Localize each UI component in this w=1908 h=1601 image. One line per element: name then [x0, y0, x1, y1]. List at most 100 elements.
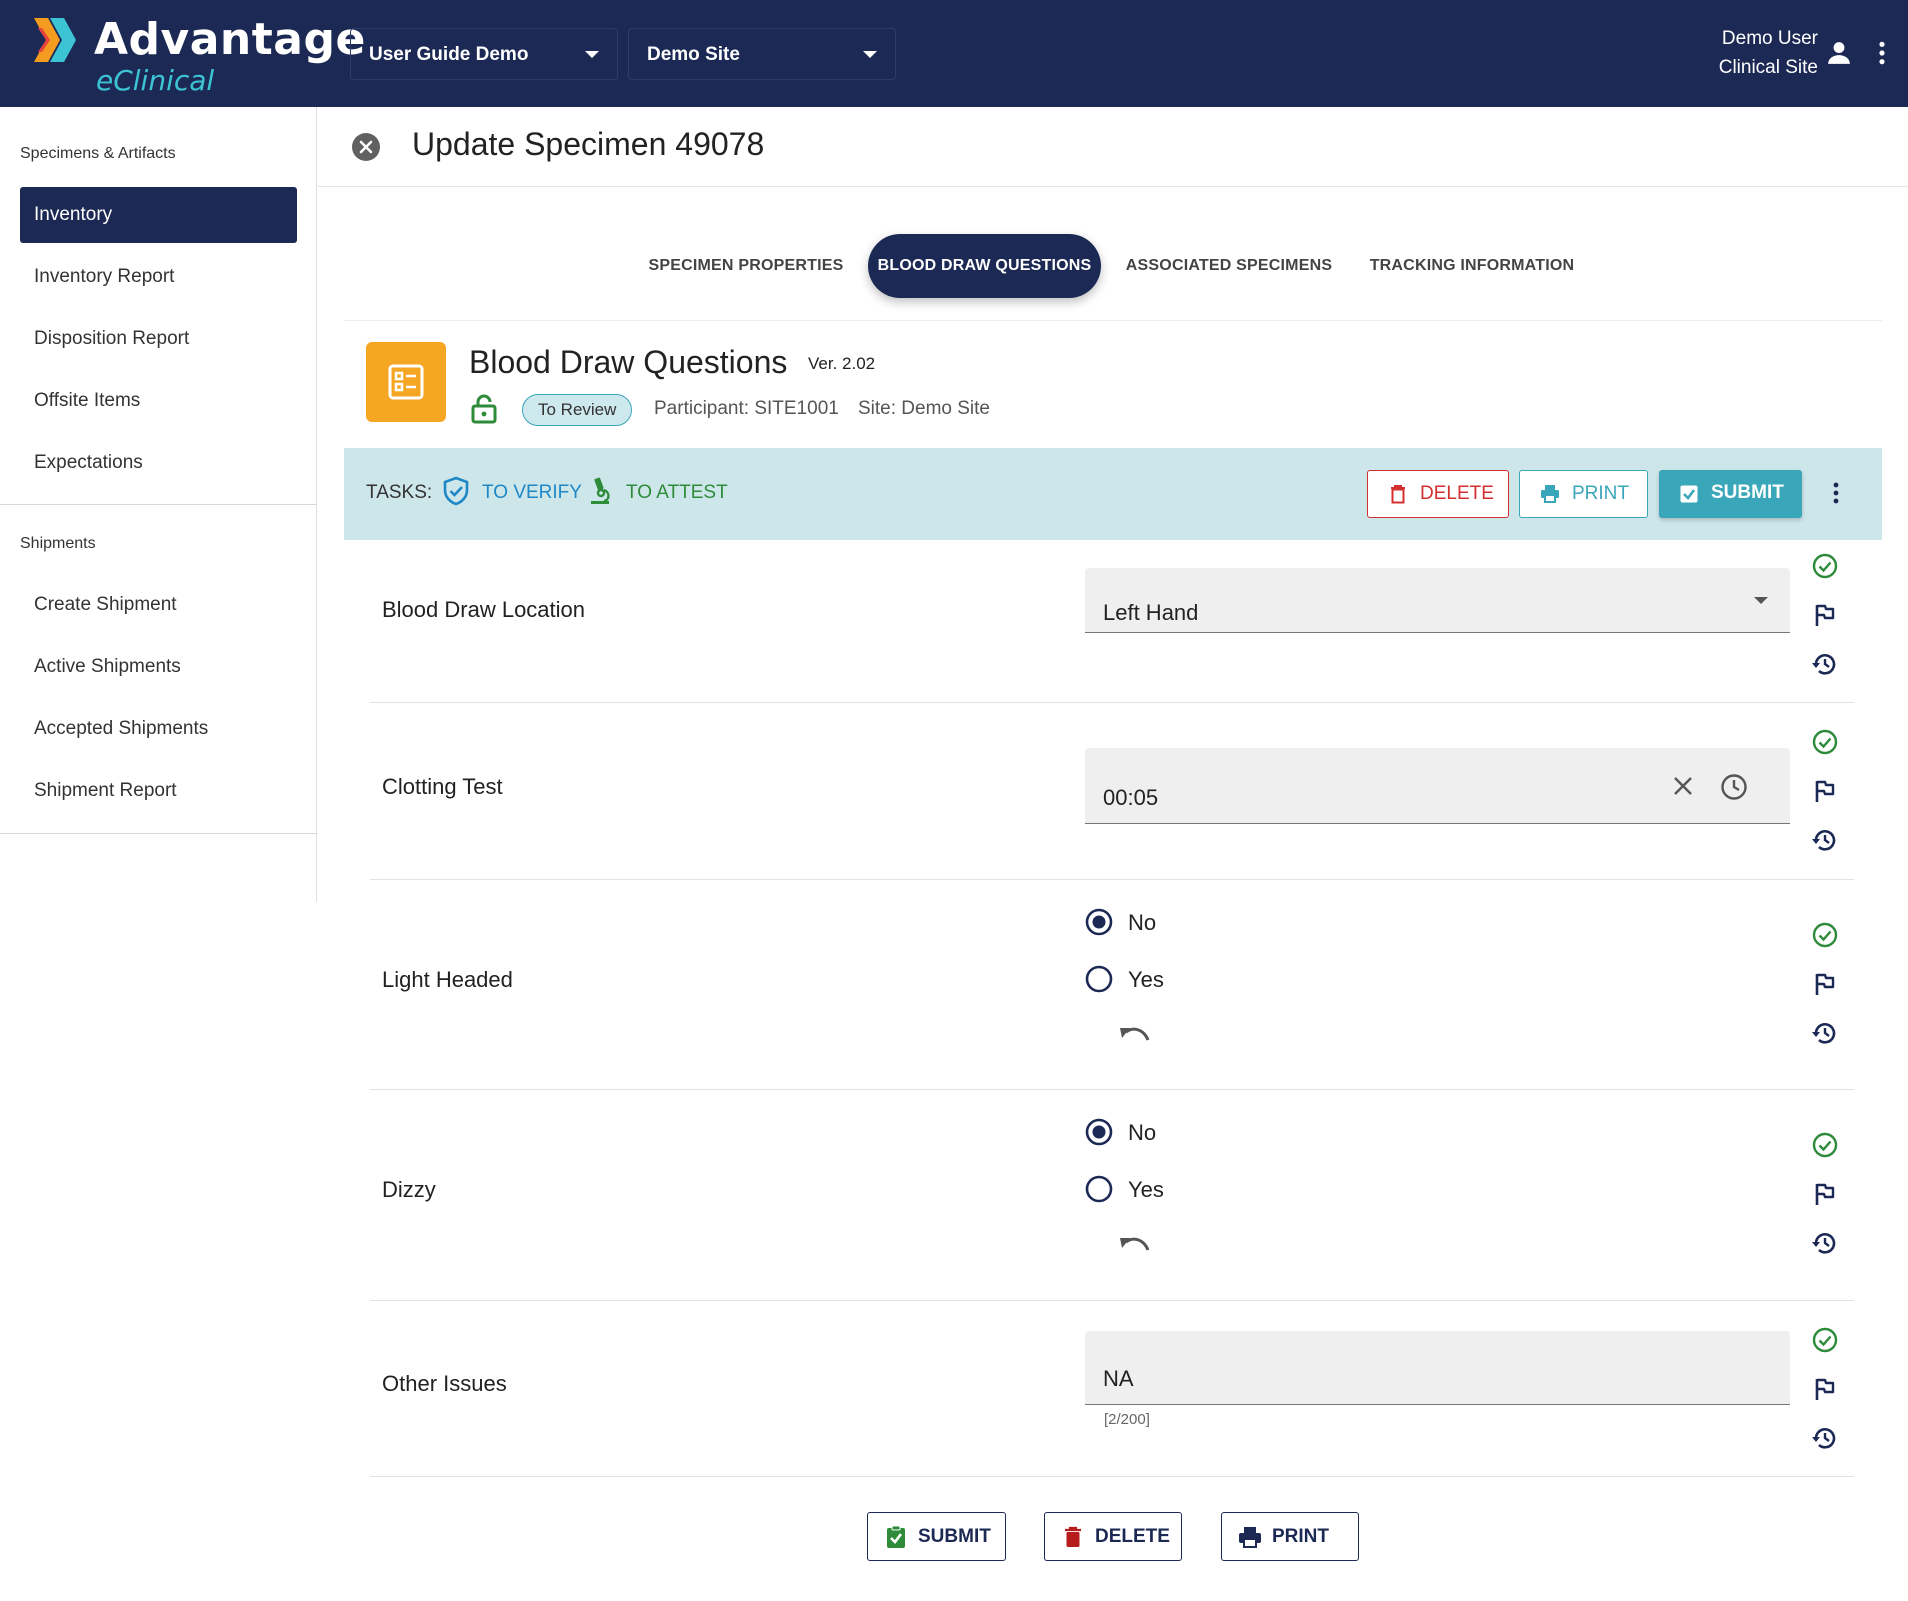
divider: [370, 1476, 1854, 1477]
divider: [318, 186, 1908, 187]
tasks-label: TASKS:: [366, 482, 433, 503]
form-title: Blood Draw Questions: [469, 344, 788, 380]
clipboard-check-icon: [887, 1525, 905, 1548]
delete-button-label: DELETE: [1420, 483, 1494, 504]
microscope-icon: [591, 477, 610, 504]
tab-specimen-properties[interactable]: SPECIMEN PROPERTIES: [640, 234, 852, 298]
more-vert-icon[interactable]: [1830, 480, 1842, 506]
chevron-down-icon: [585, 51, 599, 58]
history-icon[interactable]: [1812, 1020, 1838, 1046]
radio-light-headed-yes[interactable]: [1085, 965, 1113, 993]
close-circle-icon[interactable]: [352, 133, 380, 161]
other-issues-input[interactable]: NA: [1085, 1331, 1790, 1405]
undo-icon[interactable]: [1118, 1234, 1150, 1256]
clock-icon[interactable]: [1720, 773, 1748, 801]
to-attest-link[interactable]: TO ATTEST: [626, 482, 728, 504]
undo-icon[interactable]: [1118, 1024, 1150, 1046]
bottom-delete-label: DELETE: [1095, 1526, 1170, 1547]
question-label-clotting-test: Clotting Test: [382, 774, 503, 799]
check-circle-icon[interactable]: [1812, 729, 1838, 755]
tab-tracking-information[interactable]: TRACKING INFORMATION: [1358, 234, 1586, 298]
dropdown-caret-icon: [1754, 597, 1768, 604]
sidebar: Specimens & Artifacts Inventory Inventor…: [0, 107, 317, 902]
question-label-blood-draw-location: Blood Draw Location: [382, 597, 586, 622]
clotting-test-time-input[interactable]: 00:05: [1085, 748, 1790, 824]
user-icon[interactable]: [1826, 40, 1852, 66]
radio-dizzy-no[interactable]: [1085, 1118, 1113, 1146]
flag-icon[interactable]: [1812, 602, 1838, 628]
check-circle-icon[interactable]: [1812, 1327, 1838, 1353]
blood-draw-location-value: Left Hand: [1103, 600, 1199, 625]
flag-icon[interactable]: [1812, 778, 1838, 804]
trash-icon: [1391, 485, 1405, 504]
clipboard-check-icon: [1680, 485, 1698, 503]
sidebar-item-create-shipment[interactable]: Create Shipment: [20, 577, 297, 633]
sidebar-item-accepted-shipments[interactable]: Accepted Shipments: [20, 701, 297, 757]
delete-button[interactable]: DELETE: [1367, 470, 1509, 518]
sidebar-divider: [0, 504, 317, 505]
user-info[interactable]: Demo User Clinical Site: [1719, 24, 1818, 82]
user-role: Clinical Site: [1718, 57, 1818, 78]
sidebar-item-disposition-report[interactable]: Disposition Report: [20, 311, 297, 367]
study-select-value: User Guide Demo: [369, 44, 529, 65]
print-button[interactable]: PRINT: [1519, 470, 1648, 518]
app-logo[interactable]: Advantage eClinical: [34, 14, 365, 98]
tab-associated-specimens[interactable]: ASSOCIATED SPECIMENS: [1118, 234, 1340, 298]
sidebar-item-active-shipments[interactable]: Active Shipments: [20, 639, 297, 695]
to-verify-link[interactable]: TO VERIFY: [482, 482, 582, 504]
radio-label-yes[interactable]: Yes: [1128, 1177, 1164, 1203]
sidebar-divider: [0, 833, 317, 834]
sidebar-item-shipment-report[interactable]: Shipment Report: [20, 763, 297, 819]
history-icon[interactable]: [1812, 827, 1838, 853]
sidebar-item-offsite-items[interactable]: Offsite Items: [20, 373, 297, 429]
history-icon[interactable]: [1812, 1425, 1838, 1451]
clear-icon[interactable]: [1672, 775, 1694, 797]
bottom-print-label: PRINT: [1272, 1526, 1329, 1547]
other-issues-value: NA: [1103, 1366, 1134, 1391]
print-button-label: PRINT: [1572, 483, 1629, 504]
sidebar-item-inventory[interactable]: Inventory: [20, 187, 297, 243]
radio-label-yes[interactable]: Yes: [1128, 967, 1164, 993]
radio-dizzy-yes[interactable]: [1085, 1175, 1113, 1203]
radio-label-no[interactable]: No: [1128, 910, 1156, 936]
more-vert-icon[interactable]: [1874, 40, 1890, 66]
unlock-icon[interactable]: [470, 394, 498, 424]
study-select[interactable]: User Guide Demo: [350, 28, 618, 80]
site-label: Site: Demo Site: [858, 398, 990, 419]
bottom-delete-button[interactable]: DELETE: [1044, 1512, 1182, 1561]
history-icon[interactable]: [1812, 651, 1838, 677]
check-circle-icon[interactable]: [1812, 1132, 1838, 1158]
flag-icon[interactable]: [1812, 1181, 1838, 1207]
flag-icon[interactable]: [1812, 1376, 1838, 1402]
form-version: Ver. 2.02: [808, 354, 876, 373]
question-label-other-issues: Other Issues: [382, 1371, 507, 1396]
character-counter: [2/200]: [1104, 1411, 1150, 1428]
site-select[interactable]: Demo Site: [628, 28, 896, 80]
history-icon[interactable]: [1812, 1230, 1838, 1256]
check-circle-icon[interactable]: [1812, 922, 1838, 948]
participant-label: Participant: SITE1001: [654, 398, 839, 419]
logo-main-text: Advantage: [94, 14, 366, 65]
bottom-submit-label: SUBMIT: [918, 1526, 991, 1547]
status-badge: To Review: [522, 394, 633, 426]
page-title: Update Specimen 49078: [412, 126, 765, 162]
sidebar-section-specimens: Specimens & Artifacts: [20, 145, 176, 162]
radio-label-no[interactable]: No: [1128, 1120, 1156, 1146]
sidebar-item-expectations[interactable]: Expectations: [20, 435, 297, 491]
check-circle-icon[interactable]: [1812, 553, 1838, 579]
question-label-dizzy: Dizzy: [382, 1177, 436, 1202]
divider: [370, 1300, 1854, 1301]
site-select-value: Demo Site: [647, 44, 740, 65]
radio-light-headed-no[interactable]: [1085, 908, 1113, 936]
form-icon: [366, 342, 446, 422]
bottom-submit-button[interactable]: SUBMIT: [867, 1512, 1006, 1561]
bottom-print-button[interactable]: PRINT: [1221, 1512, 1359, 1561]
printer-icon: [1541, 485, 1559, 503]
form-list-icon: [388, 364, 424, 400]
submit-button[interactable]: SUBMIT: [1659, 470, 1802, 518]
flag-icon[interactable]: [1812, 971, 1838, 997]
tab-blood-draw-questions[interactable]: BLOOD DRAW QUESTIONS: [868, 234, 1101, 298]
blood-draw-location-select[interactable]: Left Hand: [1085, 568, 1790, 633]
submit-button-label: SUBMIT: [1711, 482, 1784, 503]
sidebar-item-inventory-report[interactable]: Inventory Report: [20, 249, 297, 305]
